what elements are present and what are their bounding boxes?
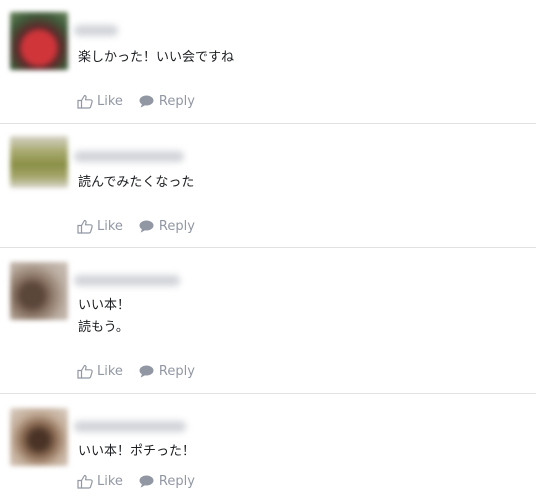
thumbs-up-icon [77,94,93,109]
reply-button[interactable]: Reply [139,219,195,234]
comment-actions: Like Reply [77,218,195,234]
comment-text: いい本！ポチった！ [78,441,195,463]
comment-actions: Like Reply [77,363,195,379]
commenter-name[interactable] [74,25,118,36]
like-label: Like [97,473,123,489]
speech-bubble-icon [139,220,154,233]
comment-item: 読んでみたくなった Like Reply [0,124,536,248]
thumbs-up-icon [77,474,93,489]
commenter-avatar[interactable] [10,136,68,188]
commenter-name[interactable] [74,151,184,162]
comment-actions: Like Reply [77,93,195,109]
commenter-avatar[interactable] [10,408,68,466]
comment-text-line: 読もう。 [78,320,129,335]
thumbs-up-icon [77,219,93,234]
like-label: Like [97,93,123,109]
comment-text-line: いい本！ポチった！ [78,444,196,459]
comment-text-line: 読んでみたくなった [78,175,195,190]
like-button[interactable]: Like [77,364,123,379]
comment-item: 楽しかった！いい会ですね Like Reply [0,0,536,124]
comment-text-line: 楽しかった！いい会ですね [78,50,235,65]
commenter-name[interactable] [74,275,180,286]
comment-item: いい本！ 読もう。 Like Reply [0,248,536,394]
like-button[interactable]: Like [77,219,123,234]
speech-bubble-icon [139,365,154,378]
reply-button[interactable]: Reply [139,364,195,379]
reply-button[interactable]: Reply [139,94,195,109]
comment-text: 楽しかった！いい会ですね [78,47,234,69]
commenter-avatar[interactable] [10,262,68,320]
reply-label: Reply [158,218,195,234]
reply-label: Reply [158,473,195,489]
like-label: Like [97,363,123,379]
speech-bubble-icon [139,475,154,488]
reply-button[interactable]: Reply [139,474,195,489]
comment-text: いい本！ 読もう。 [78,295,130,339]
comment-text-line: いい本！ [78,298,131,313]
comment-item: いい本！ポチった！ Like Reply [0,394,536,504]
like-label: Like [97,218,123,234]
reply-label: Reply [158,363,195,379]
comment-text: 読んでみたくなった [78,172,194,194]
speech-bubble-icon [139,95,154,108]
commenter-avatar[interactable] [10,12,68,70]
thumbs-up-icon [77,364,93,379]
like-button[interactable]: Like [77,474,123,489]
reply-label: Reply [158,93,195,109]
like-button[interactable]: Like [77,94,123,109]
commenter-name[interactable] [74,421,186,432]
comment-actions: Like Reply [77,473,195,489]
